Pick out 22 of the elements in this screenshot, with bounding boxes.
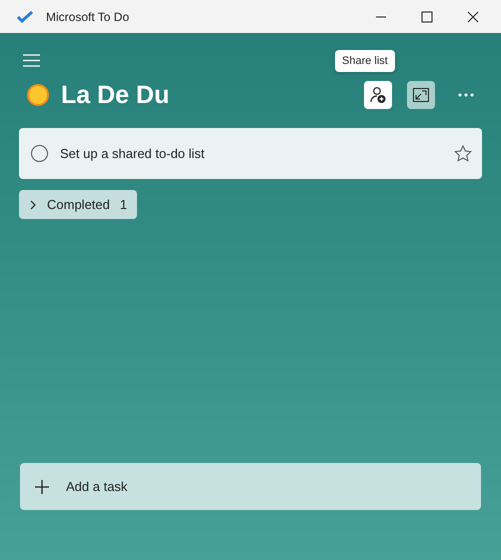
- chevron-icon: [29, 200, 37, 210]
- window-title: Microsoft To Do: [46, 10, 130, 24]
- tooltip: Share list: [335, 50, 395, 72]
- star-icon[interactable]: [454, 145, 472, 162]
- maximize-icon[interactable]: [421, 10, 433, 22]
- task-title: Set up a shared to-do list: [60, 146, 206, 161]
- sun-icon: [26, 83, 50, 107]
- close-icon[interactable]: [467, 10, 479, 22]
- complete-checkbox[interactable]: [31, 145, 48, 162]
- completed-toggle[interactable]: Completed 1: [19, 190, 138, 219]
- picture-frame-icon: [413, 88, 429, 102]
- app-logo-icon: [17, 10, 33, 22]
- add-person-icon: [369, 86, 387, 104]
- add-task-bar[interactable]: Add a task: [20, 463, 481, 510]
- menu-icon[interactable]: [23, 54, 40, 67]
- background-button[interactable]: [407, 81, 435, 109]
- list-title: La De Du: [61, 80, 170, 110]
- task-card[interactable]: Set up a shared to-do list: [19, 128, 482, 179]
- add-task-field[interactable]: Add a task: [64, 478, 467, 495]
- more-icon[interactable]: [458, 93, 474, 97]
- share-list-button[interactable]: [364, 81, 392, 109]
- plus-icon[interactable]: [34, 478, 50, 494]
